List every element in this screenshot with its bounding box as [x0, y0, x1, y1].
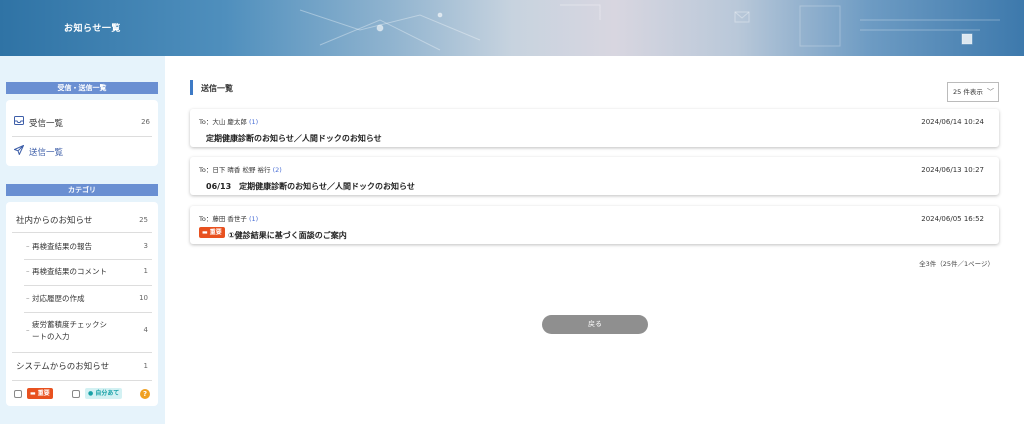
subcategory-item[interactable]: – 疲労蓄積度チェックシ ートの入力 4 [6, 318, 158, 346]
chevron-down-icon: ﹀ [987, 88, 994, 96]
subcategory-item[interactable]: – 再検査結果のコメント 1 [6, 265, 158, 279]
subcategory-label-line2: ートの入力 [32, 332, 70, 341]
divider [24, 312, 152, 313]
important-filter-checkbox[interactable] [14, 390, 22, 398]
subcategory-count: 10 [139, 294, 148, 302]
important-badge-label: 重要 [209, 229, 222, 236]
message-icon: ▬ [202, 229, 208, 236]
to-prefix: To： [199, 215, 213, 223]
message-icon: ▬ [30, 390, 36, 397]
sent-label: 送信一覧 [29, 148, 64, 158]
dash-marker: – [26, 294, 30, 302]
recipients: To：日下 晴香 松野 裕行 (2) [199, 164, 282, 174]
mailbox-heading: 受信・送信一覧 [6, 82, 158, 94]
important-filter-badge: ▬ 重要 [27, 388, 53, 399]
per-page-value: 25 件表示 [953, 88, 983, 96]
self-label: 自分あて [95, 390, 120, 397]
subcategory-count: 3 [143, 242, 148, 250]
important-badge: ▬ 重要 [199, 227, 225, 238]
self-filter-checkbox[interactable] [72, 390, 80, 398]
to-prefix: To： [199, 166, 213, 174]
to-count: (1) [249, 215, 259, 223]
recipients: To：大山 慶太郎 (1) [199, 116, 258, 126]
mailbox-panel: 受信一覧 26 送信一覧 [6, 100, 158, 166]
page-title: お知らせ一覧 [64, 24, 121, 34]
page-header: お知らせ一覧 [0, 0, 1024, 56]
category-panel: 社内からのお知らせ 25 – 再検査結果の報告 3 – 再検査結果のコメント 1… [6, 202, 158, 406]
to-names: 藤田 香世子 [212, 215, 247, 223]
to-names: 日下 晴香 松野 裕行 [212, 166, 271, 174]
dash-marker: – [26, 242, 30, 250]
subcategory-label: 再検査結果のコメント [32, 267, 107, 276]
paper-plane-icon [13, 144, 25, 157]
message-date: 2024/06/05 16:52 [921, 215, 984, 223]
dash-marker: – [26, 267, 30, 275]
message-card[interactable]: To：大山 慶太郎 (1) 定期健康診断のお知らせ／人間ドックのお知らせ 202… [190, 109, 999, 147]
per-page-select[interactable]: 25 件表示 ﹀ [947, 82, 999, 102]
subcategory-count: 4 [143, 326, 148, 334]
main-title: 送信一覧 [201, 84, 233, 93]
category-count: 25 [139, 216, 148, 224]
message-subject: 定期健康診断のお知らせ／人間ドックのお知らせ [206, 134, 382, 143]
sidebar: 受信・送信一覧 受信一覧 26 送信一覧 カテゴリ 社内からのお知らせ 25 –… [0, 56, 165, 424]
message-date: 2024/06/14 10:24 [921, 118, 984, 126]
recipients: To：藤田 香世子 (1) [199, 213, 258, 223]
category-label: システムからのお知らせ [16, 362, 110, 372]
sidebar-item-inbox[interactable]: 受信一覧 26 [6, 108, 158, 136]
message-date: 2024/06/13 10:27 [921, 166, 984, 174]
category-item-internal[interactable]: 社内からのお知らせ 25 [6, 214, 158, 232]
subcategory-label: 再検査結果の報告 [32, 242, 92, 251]
message-subject: 06/13 定期健康診断のお知らせ／人間ドックのお知らせ [206, 182, 415, 191]
divider [12, 232, 152, 233]
divider [12, 352, 152, 353]
subcategory-item[interactable]: – 再検査結果の報告 3 [6, 240, 158, 254]
title-accent-bar [190, 80, 193, 95]
subcategory-item[interactable]: – 対応履歴の作成 10 [6, 292, 158, 306]
divider [24, 259, 152, 260]
header-background-graphic [299, 4, 1000, 51]
message-card[interactable]: To：藤田 香世子 (1) ▬ 重要 ①健診結果に基づく面談のご案内 2024/… [190, 206, 999, 244]
self-filter-badge: ● 自分あて [85, 388, 123, 399]
message-card[interactable]: To：日下 晴香 松野 裕行 (2) 06/13 定期健康診断のお知らせ／人間ド… [190, 157, 999, 195]
person-icon: ● [88, 390, 94, 397]
category-item-system[interactable]: システムからのお知らせ 1 [6, 360, 158, 378]
subcategory-count: 1 [143, 267, 148, 275]
to-count: (2) [272, 166, 282, 174]
dash-marker: – [26, 326, 30, 334]
subcategory-label: 対応履歴の作成 [32, 294, 85, 303]
divider [12, 380, 152, 381]
category-count: 1 [143, 362, 148, 370]
inbox-label: 受信一覧 [29, 119, 64, 129]
to-prefix: To： [199, 118, 213, 126]
to-count: (1) [249, 118, 259, 126]
category-heading: カテゴリ [6, 184, 158, 196]
pagination-summary: 全3件（25件／1ページ） [919, 260, 994, 268]
important-label: 重要 [37, 390, 50, 397]
back-button[interactable]: 戻る [542, 315, 648, 334]
help-icon[interactable]: ? [140, 389, 150, 399]
inbox-icon [14, 116, 24, 127]
inbox-count: 26 [141, 118, 150, 126]
to-names: 大山 慶太郎 [212, 118, 247, 126]
message-subject: ①健診結果に基づく面談のご案内 [228, 231, 347, 240]
divider [24, 285, 152, 286]
category-label: 社内からのお知らせ [16, 216, 93, 226]
sidebar-item-sent[interactable]: 送信一覧 [6, 137, 158, 165]
subcategory-label-line1: 疲労蓄積度チェックシ [32, 320, 107, 329]
